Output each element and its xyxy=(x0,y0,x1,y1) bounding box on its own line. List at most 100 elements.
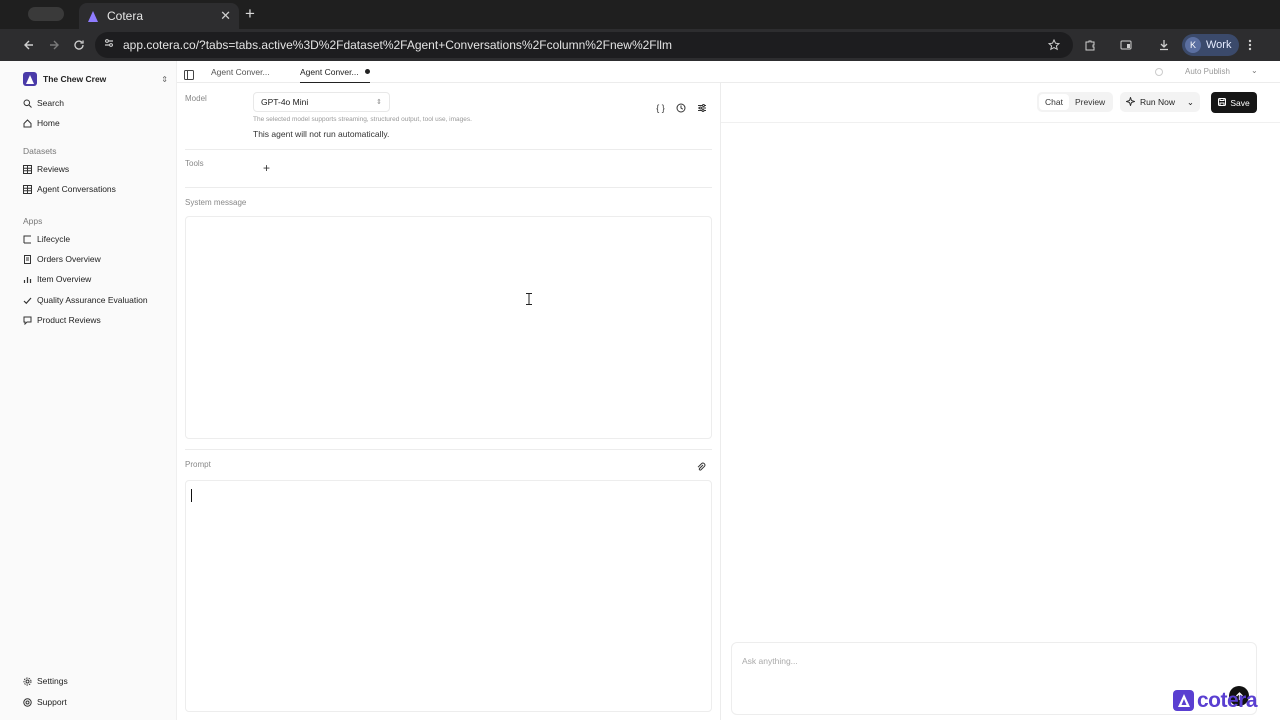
sidebar: The Chew Crew ⇕ Search Home Datasets Rev… xyxy=(0,61,177,720)
sidebar-item-label: Support xyxy=(37,697,67,707)
sidebar-item-label: Lifecycle xyxy=(37,234,71,244)
sidebar-item-label: Quality Assurance Evaluation xyxy=(37,295,148,305)
sidebar-item-label: Home xyxy=(37,118,60,128)
profile-name: Work xyxy=(1206,39,1232,51)
history-clock-icon[interactable] xyxy=(675,102,686,113)
mode-toggle: Chat Preview xyxy=(1037,92,1114,112)
tab-search-button[interactable] xyxy=(28,7,64,21)
download-icon[interactable] xyxy=(1154,35,1174,55)
chat-bubble-icon xyxy=(23,316,32,325)
cotera-logo-icon xyxy=(1173,690,1194,711)
browser-menu-icon[interactable] xyxy=(1240,35,1260,55)
save-disk-icon xyxy=(1218,97,1227,108)
document-tabs-bar: Agent Conver... Agent Conver... Auto Pub… xyxy=(177,61,1280,83)
settings-sliders-icon[interactable] xyxy=(696,102,707,113)
workspace-name: The Chew Crew xyxy=(43,74,107,84)
browser-tab-strip: Cotera ✕ + xyxy=(0,0,1280,29)
document-tab-active[interactable]: Agent Conver... xyxy=(300,61,370,83)
document-icon xyxy=(23,254,32,264)
tools-label: Tools xyxy=(185,159,204,168)
back-icon[interactable] xyxy=(19,35,39,55)
section-divider xyxy=(185,449,712,450)
chevron-down-icon[interactable]: ⌄ xyxy=(1187,97,1194,108)
sidebar-item-quality-assurance-evaluation[interactable]: Quality Assurance Evaluation xyxy=(23,292,148,308)
sidebar-item-item-overview[interactable]: Item Overview xyxy=(23,271,91,287)
section-divider xyxy=(185,187,712,188)
workspace-logo-icon xyxy=(23,72,37,86)
text-cursor-ibeam-icon xyxy=(526,292,532,305)
chat-pane: Chat Preview Run Now ⌄ Save Ask anything… xyxy=(721,83,1280,720)
sidebar-item-product-reviews[interactable]: Product Reviews xyxy=(23,312,101,328)
save-label: Save xyxy=(1230,97,1250,108)
sidebar-item-label: Settings xyxy=(37,676,68,686)
add-tool-button[interactable]: + xyxy=(263,161,270,175)
tab-media-icon[interactable] xyxy=(1116,35,1136,55)
model-select[interactable]: GPT-4o Mini ⇕ xyxy=(253,92,390,112)
check-icon xyxy=(23,296,32,305)
chevron-down-icon[interactable]: ⌄ xyxy=(1251,66,1258,75)
sidebar-item-label: Agent Conversations xyxy=(37,184,116,194)
sidebar-item-search[interactable]: Search xyxy=(23,95,64,111)
model-run-status: This agent will not run automatically. xyxy=(253,129,390,139)
sidebar-item-label: Product Reviews xyxy=(37,315,101,325)
prompt-label: Prompt xyxy=(185,460,211,469)
model-capabilities-note: The selected model supports streaming, s… xyxy=(253,116,472,123)
datasets-section-label: Datasets xyxy=(23,146,57,156)
forward-icon[interactable] xyxy=(44,35,64,55)
profile-chip[interactable]: K Work xyxy=(1182,34,1240,56)
chat-mode-button[interactable]: Chat xyxy=(1039,94,1069,110)
auto-publish-toggle[interactable]: Auto Publish xyxy=(1185,67,1230,76)
sidebar-toggle-icon[interactable] xyxy=(184,67,194,80)
chevron-updown-icon: ⇕ xyxy=(161,74,168,84)
document-tab-label: Agent Conver... xyxy=(211,67,270,77)
run-now-button[interactable]: Run Now ⌄ xyxy=(1120,92,1200,112)
address-bar[interactable]: app.cotera.co/?tabs=tabs.active%3D%2Fdat… xyxy=(95,32,1073,58)
section-divider xyxy=(185,149,712,150)
sparkle-icon xyxy=(1124,95,1137,108)
document-tab-label: Agent Conver... xyxy=(300,66,359,77)
reload-icon[interactable] xyxy=(69,35,89,55)
close-tab-icon[interactable]: ✕ xyxy=(220,8,231,24)
json-braces-icon[interactable]: { } xyxy=(655,102,666,113)
table-icon xyxy=(23,184,32,194)
document-tab[interactable]: Agent Conver... xyxy=(211,61,270,83)
run-now-label: Run Now xyxy=(1140,97,1175,107)
chat-topbar: Chat Preview Run Now ⌄ Save xyxy=(721,83,1280,123)
extensions-icon[interactable] xyxy=(1080,35,1100,55)
lifecycle-icon xyxy=(23,235,32,244)
sidebar-item-home[interactable]: Home xyxy=(23,115,60,131)
apps-section-label: Apps xyxy=(23,216,43,226)
save-button[interactable]: Save xyxy=(1211,92,1257,113)
unsaved-dot-icon xyxy=(364,69,370,74)
browser-tab-title: Cotera xyxy=(107,9,144,23)
profile-avatar: K xyxy=(1185,37,1201,53)
cotera-watermark-logo: cotera xyxy=(1173,690,1258,711)
sidebar-item-label: Reviews xyxy=(37,164,70,174)
search-icon xyxy=(23,99,32,108)
preview-mode-button[interactable]: Preview xyxy=(1069,94,1111,110)
bar-chart-icon xyxy=(23,275,32,284)
sidebar-item-lifecycle[interactable]: Lifecycle xyxy=(23,231,70,247)
browser-toolbar: app.cotera.co/?tabs=tabs.active%3D%2Fdat… xyxy=(0,29,1280,61)
sidebar-item-settings[interactable]: Settings xyxy=(23,673,68,689)
text-caret xyxy=(191,489,192,502)
site-settings-icon[interactable] xyxy=(103,36,115,54)
sidebar-item-label: Search xyxy=(37,98,64,108)
cotera-favicon-icon xyxy=(87,10,99,22)
home-icon xyxy=(23,118,32,128)
sidebar-item-support[interactable]: Support xyxy=(23,694,67,710)
model-label: Model xyxy=(185,94,207,103)
browser-tab[interactable]: Cotera ✕ xyxy=(79,3,239,29)
system-message-input[interactable] xyxy=(185,216,712,439)
sidebar-item-orders-overview[interactable]: Orders Overview xyxy=(23,251,101,267)
loading-spinner-icon xyxy=(1155,68,1163,76)
new-tab-button[interactable]: + xyxy=(245,5,255,23)
paperclip-icon[interactable] xyxy=(696,459,706,471)
app-window: The Chew Crew ⇕ Search Home Datasets Rev… xyxy=(0,61,1280,720)
table-icon xyxy=(23,164,32,174)
sidebar-item-agent-conversations[interactable]: Agent Conversations xyxy=(23,181,116,197)
prompt-input[interactable] xyxy=(185,480,712,712)
workspace-switcher[interactable]: The Chew Crew ⇕ xyxy=(23,70,168,88)
bookmark-star-icon[interactable] xyxy=(1044,35,1064,55)
sidebar-item-reviews[interactable]: Reviews xyxy=(23,161,69,177)
